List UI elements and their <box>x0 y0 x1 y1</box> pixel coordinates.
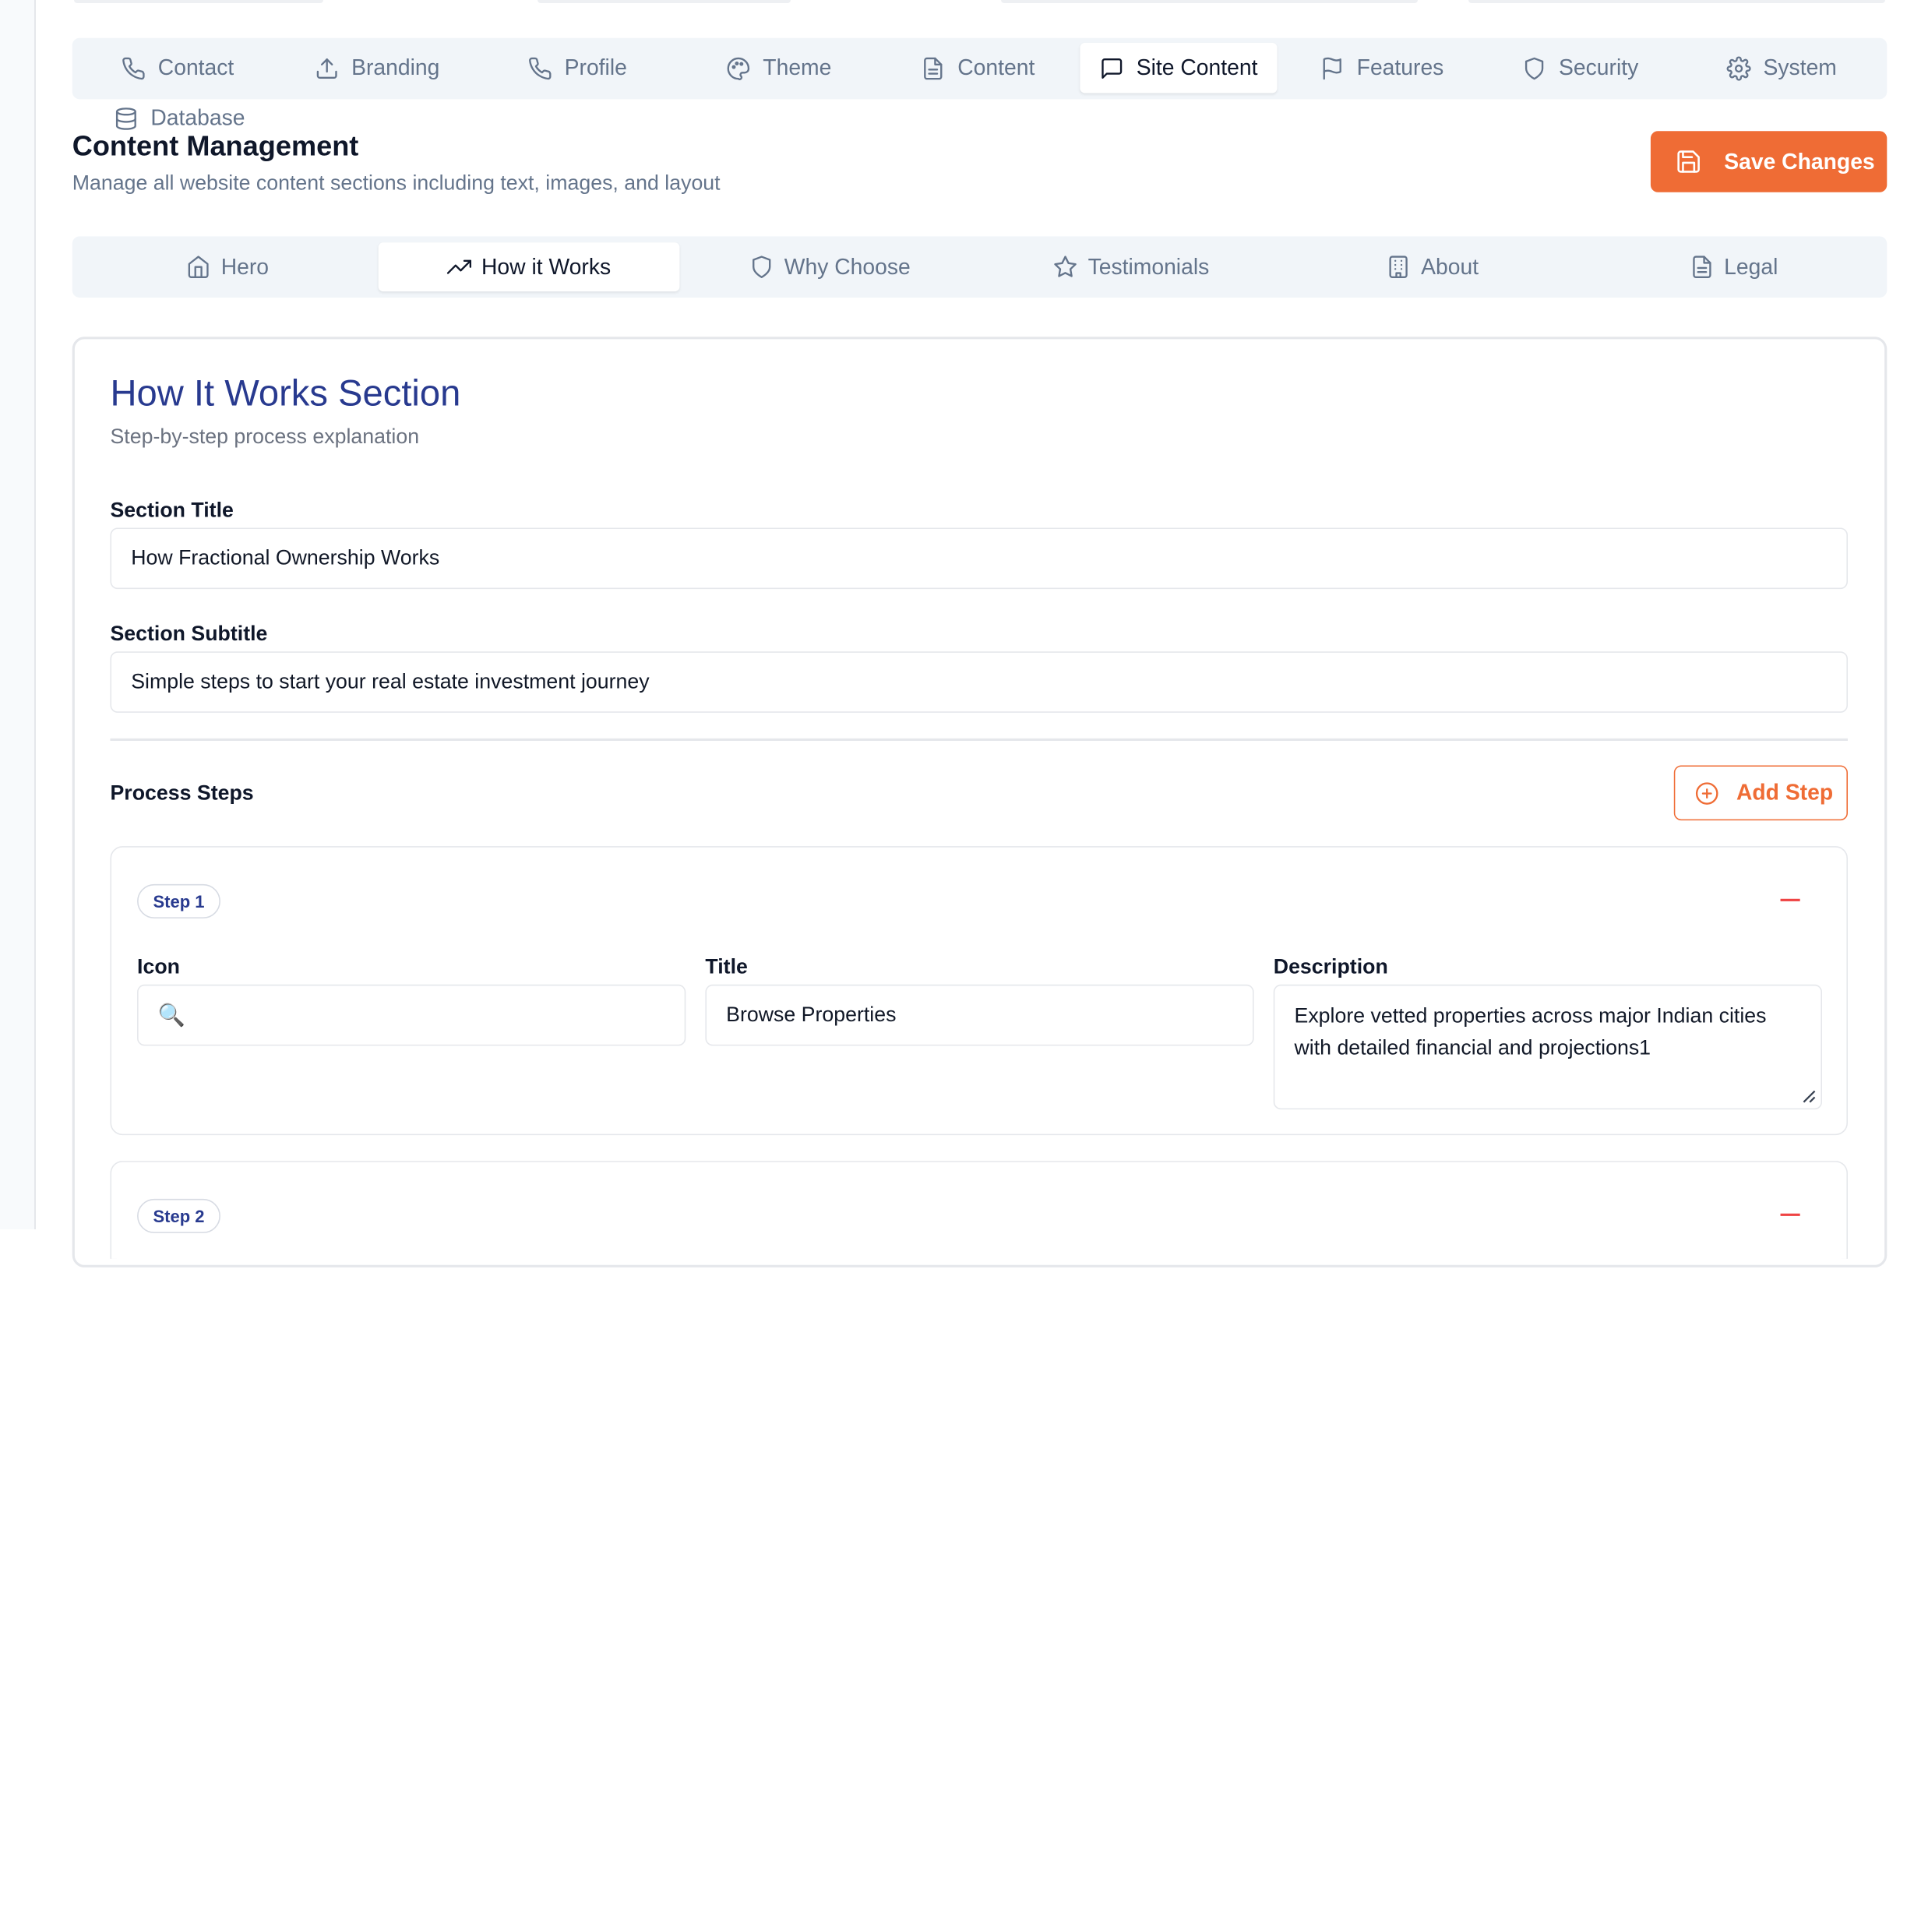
tab-label: Why Choose <box>784 254 911 279</box>
section-title-label: Section Title <box>110 498 234 522</box>
tab-label: Contact <box>157 55 234 80</box>
step-description-text: Explore vetted properties across major I… <box>1294 1003 1767 1059</box>
star-icon <box>1054 255 1078 279</box>
tab-label: Profile <box>564 55 627 80</box>
tab-label: How it Works <box>481 254 612 279</box>
tab-profile[interactable]: Profile <box>527 43 627 93</box>
tab-branding[interactable]: Branding <box>315 43 439 93</box>
tab-contact[interactable]: Contact <box>122 43 234 93</box>
tab-about[interactable]: About <box>1282 242 1584 291</box>
trending-up-icon <box>447 255 472 279</box>
divider <box>110 738 1848 741</box>
settings-tabs: Contact Branding Profile Theme Content S… <box>72 37 1888 100</box>
tab-label: Content <box>957 55 1035 80</box>
page-canvas: Contact Branding Profile Theme Content S… <box>0 0 1921 1932</box>
flag-icon <box>1320 56 1345 80</box>
resize-grip-icon[interactable] <box>1801 1088 1816 1103</box>
step-icon-input[interactable]: 🔍 <box>137 984 686 1046</box>
tab-label: Site Content <box>1136 55 1258 80</box>
message-square-icon <box>1100 56 1124 80</box>
save-button[interactable]: Save Changes <box>1650 131 1888 192</box>
phone-icon <box>527 56 552 80</box>
step-card <box>110 1161 1848 1259</box>
tab-label: Database <box>150 105 245 130</box>
minus-icon <box>1780 1213 1800 1216</box>
step-title-input[interactable]: Browse Properties <box>705 984 1254 1046</box>
remove-step-button[interactable] <box>1777 887 1804 914</box>
save-button-label: Save Changes <box>1724 148 1875 174</box>
tab-site-content[interactable]: Site Content <box>1080 43 1278 93</box>
add-step-button[interactable]: Add Step <box>1673 765 1848 821</box>
page-subtitle: Manage all website content sections incl… <box>72 171 721 195</box>
tab-legal[interactable]: Legal <box>1583 242 1884 291</box>
tab-why-choose[interactable]: Why Choose <box>679 242 981 291</box>
section-title: How It Works Section <box>110 373 461 414</box>
step-description-textarea[interactable]: Explore vetted properties across major I… <box>1273 984 1822 1110</box>
tab-theme[interactable]: Theme <box>726 43 831 93</box>
minus-icon <box>1780 898 1800 901</box>
step-icon-label: Icon <box>137 955 180 978</box>
step-badge: Step 1 <box>137 883 220 918</box>
palette-icon <box>726 56 750 80</box>
file-text-icon <box>1690 255 1714 279</box>
tab-label: Testimonials <box>1087 254 1210 279</box>
tab-label: Hero <box>220 254 270 279</box>
add-step-label: Add Step <box>1736 780 1834 805</box>
tab-security[interactable]: Security <box>1522 43 1638 93</box>
tab-label: Security <box>1559 55 1639 80</box>
tab-label: About <box>1421 254 1479 279</box>
save-icon <box>1675 148 1702 175</box>
phone-icon <box>122 56 146 80</box>
home-icon <box>187 255 211 279</box>
content-section-tabs: Hero How it Works Why Choose Testimonial… <box>72 236 1888 298</box>
process-steps-label: Process Steps <box>110 781 254 805</box>
database-icon <box>114 106 138 130</box>
tab-label: System <box>1763 55 1837 80</box>
tab-label: Features <box>1356 55 1444 80</box>
gear-icon <box>1726 55 1751 80</box>
shield-icon <box>1522 56 1546 80</box>
step-badge: Step 2 <box>137 1198 220 1233</box>
tab-label: Theme <box>763 55 832 80</box>
tab-features[interactable]: Features <box>1320 43 1444 93</box>
section-subtitle-label: Section Subtitle <box>110 622 268 646</box>
section-subtitle-input[interactable]: Simple steps to start your real estate i… <box>110 651 1848 713</box>
tab-label: Branding <box>351 55 440 80</box>
page-title: Content Management <box>72 129 359 162</box>
upload-icon <box>315 56 339 80</box>
remove-step-button[interactable] <box>1777 1201 1804 1229</box>
section-description: Step-by-step process explanation <box>110 425 420 449</box>
tab-how-it-works[interactable]: How it Works <box>378 242 680 292</box>
tab-content[interactable]: Content <box>921 43 1035 93</box>
tab-system[interactable]: System <box>1726 43 1837 93</box>
tab-label: Legal <box>1724 254 1778 279</box>
shield-icon <box>750 255 774 279</box>
building-icon <box>1387 255 1411 279</box>
section-title-input[interactable]: How Fractional Ownership Works <box>110 527 1848 590</box>
tab-testimonials[interactable]: Testimonials <box>981 242 1282 291</box>
tab-hero[interactable]: Hero <box>77 242 379 291</box>
step-description-label: Description <box>1273 955 1388 978</box>
plus-circle-icon <box>1695 781 1719 805</box>
step-title-label: Title <box>705 955 748 978</box>
tab-database[interactable]: Database <box>114 105 245 131</box>
file-text-icon <box>921 56 945 80</box>
